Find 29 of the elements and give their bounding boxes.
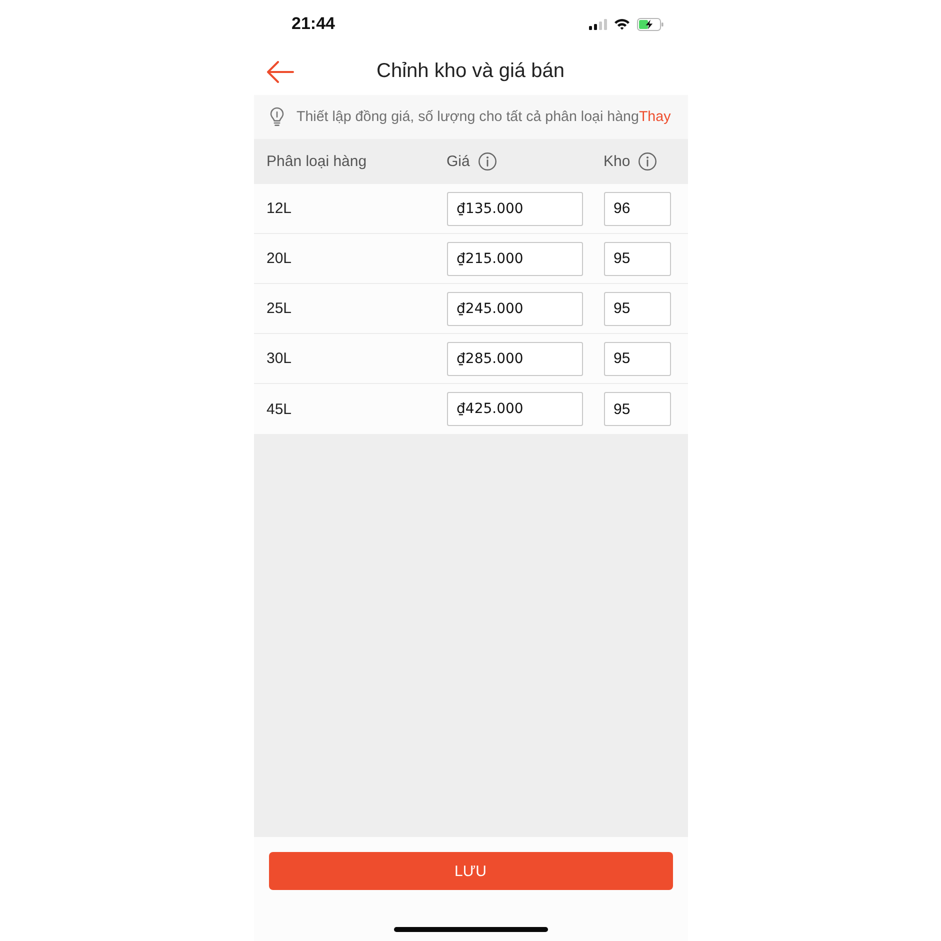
variant-label: 12L bbox=[266, 200, 292, 217]
variant-label: 20L bbox=[266, 250, 292, 267]
price-field[interactable]: ₫245.000 bbox=[446, 292, 582, 326]
wifi-icon bbox=[614, 18, 630, 30]
status-time: 21:44 bbox=[292, 14, 335, 34]
save-button[interactable]: LƯU bbox=[268, 852, 672, 890]
signal-icon bbox=[588, 18, 606, 30]
price-field[interactable]: ₫425.000 bbox=[446, 392, 582, 426]
variant-label: 25L bbox=[266, 300, 292, 317]
column-header: Phân loại hàng bbox=[266, 153, 367, 170]
price-field[interactable]: ₫215.000 bbox=[446, 242, 582, 276]
stock-field[interactable]: 95 bbox=[604, 292, 670, 326]
column-header: Kho bbox=[604, 153, 630, 170]
price-field[interactable]: ₫135.000 bbox=[446, 192, 582, 226]
page-title: Chỉnh kho và giá bán bbox=[376, 60, 564, 83]
back-arrow-icon[interactable] bbox=[266, 60, 294, 82]
stock-field[interactable]: 95 bbox=[604, 392, 670, 426]
variant-label: 30L bbox=[266, 350, 292, 367]
stock-field[interactable]: 95 bbox=[604, 342, 670, 376]
stock-field[interactable]: 96 bbox=[604, 192, 670, 226]
variant-label: 45L bbox=[266, 400, 292, 418]
price-field[interactable]: ₫285.000 bbox=[446, 342, 582, 376]
column-header: Giá bbox=[446, 153, 470, 170]
info-icon[interactable] bbox=[638, 152, 658, 171]
stock-field[interactable]: 95 bbox=[604, 242, 670, 276]
hint-text: Thiết lập đồng giá, số lượng cho tất cả phân loại hàng bbox=[296, 109, 639, 125]
info-icon[interactable] bbox=[478, 152, 497, 171]
battery-charging-icon bbox=[636, 18, 664, 30]
lightbulb-icon bbox=[268, 107, 284, 127]
